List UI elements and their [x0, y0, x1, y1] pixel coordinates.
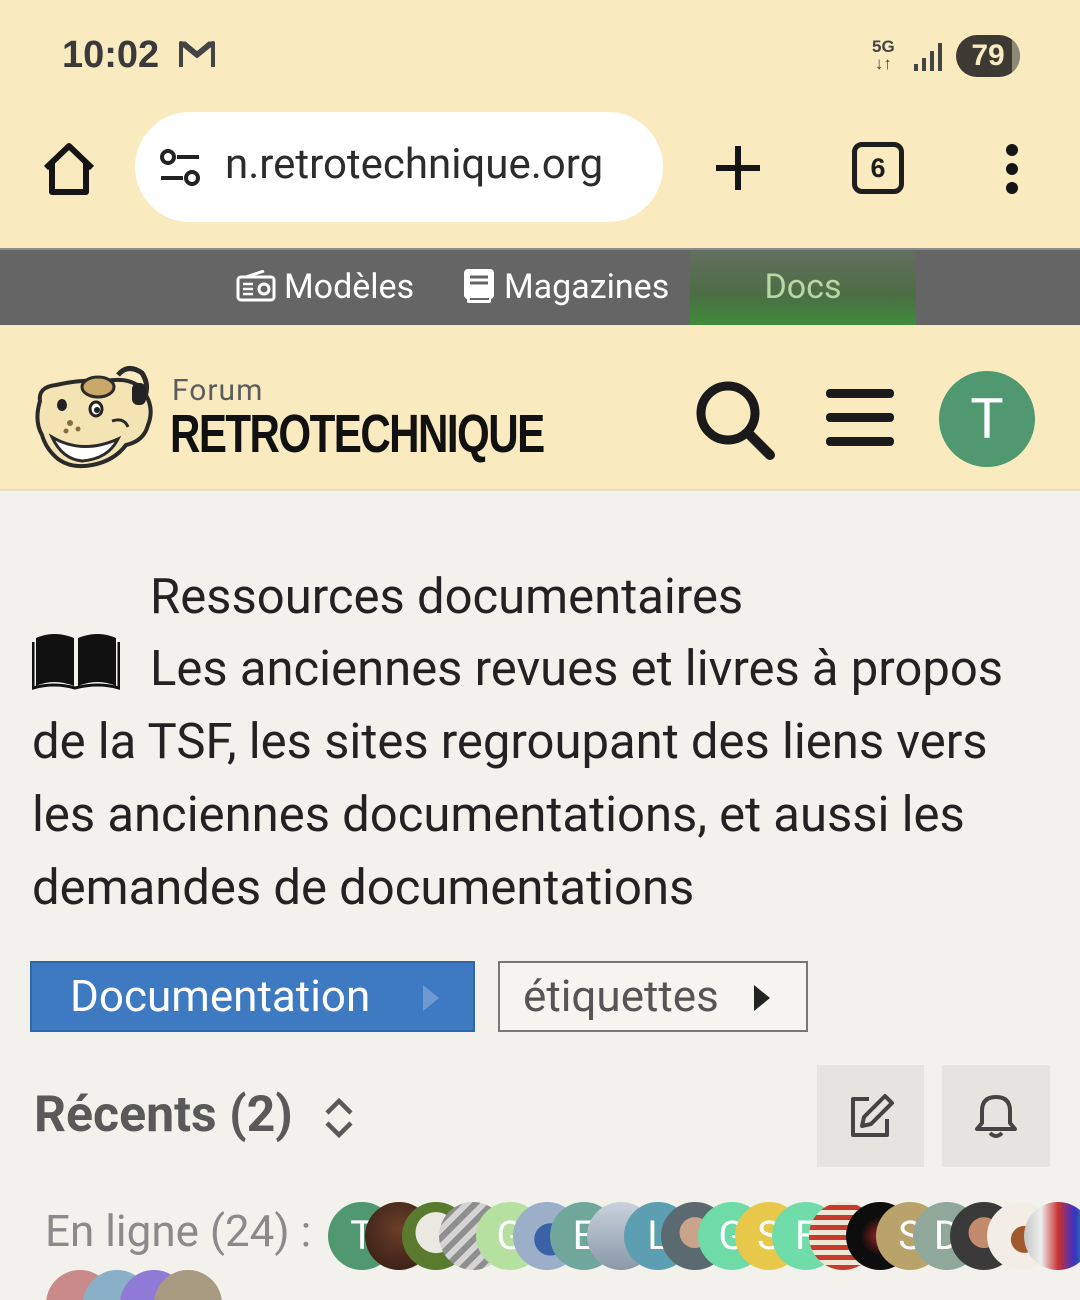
new-topic-button[interactable]: [817, 1065, 924, 1167]
gmail-notification-icon: [178, 38, 216, 74]
tags-button[interactable]: étiquettes: [498, 961, 808, 1032]
magazine-icon: [464, 269, 494, 304]
status-time: 10:02: [62, 34, 160, 76]
recents-sort-toggle[interactable]: Récents (2): [34, 1086, 293, 1144]
browser-menu-button[interactable]: [1000, 144, 1024, 194]
bell-icon: [975, 1095, 1017, 1138]
more-vert-icon: [1006, 144, 1018, 194]
caret-right-icon: [423, 985, 439, 1011]
user-avatar[interactable]: T: [939, 371, 1035, 467]
caret-right-icon: [754, 985, 770, 1011]
logo-site-name: RETROTECHNIQUE: [170, 404, 545, 464]
tags-label: étiquettes: [523, 970, 719, 1022]
nav-label-magazines: Magazines: [504, 267, 670, 307]
site-settings-icon[interactable]: [157, 148, 203, 192]
radio-icon: [236, 269, 276, 302]
site-header: Forum RETROTECHNIQUE T: [0, 325, 1080, 491]
url-text[interactable]: n.retrotechnique.org: [225, 140, 603, 189]
battery-indicator: 79: [956, 35, 1020, 77]
home-icon: [43, 143, 95, 195]
new-tab-button[interactable]: [710, 140, 766, 196]
category-title: Ressources documentaires: [150, 568, 744, 625]
nav-label-models: Modèles: [284, 267, 415, 307]
status-bar: 10:02 5G ↓↑ 79: [0, 0, 1080, 110]
site-logo[interactable]: [32, 365, 158, 473]
mascot-logo-icon: [35, 366, 153, 469]
site-nav-bar: Modèles Magazines Docs: [0, 248, 1080, 337]
edit-icon: [851, 1094, 894, 1137]
hamburger-icon: [826, 389, 894, 446]
signal-icon: [912, 40, 944, 76]
notifications-button[interactable]: [942, 1065, 1050, 1167]
browser-toolbar: n.retrotechnique.org 6: [0, 110, 1080, 248]
menu-button[interactable]: [824, 387, 896, 453]
documentation-button[interactable]: Documentation: [30, 961, 475, 1032]
network-type: 5G ↓↑: [872, 37, 895, 73]
home-button[interactable]: [38, 138, 100, 200]
category-description: Les anciennes revues et livres à propos …: [32, 640, 1004, 916]
sort-icon[interactable]: [322, 1096, 356, 1144]
nav-item-docs[interactable]: Docs: [690, 250, 916, 337]
search-icon: [696, 381, 775, 460]
plus-icon: [716, 146, 760, 190]
tab-switcher-button[interactable]: 6: [852, 142, 904, 194]
nav-label-docs: Docs: [764, 267, 842, 307]
online-users-label: En ligne (24) :: [45, 1205, 312, 1257]
documentation-label: Documentation: [70, 970, 371, 1022]
address-bar[interactable]: n.retrotechnique.org: [135, 112, 663, 222]
search-button[interactable]: [694, 379, 776, 465]
nav-item-magazines[interactable]: Magazines: [462, 250, 669, 325]
nav-item-models[interactable]: Modèles: [236, 250, 414, 325]
